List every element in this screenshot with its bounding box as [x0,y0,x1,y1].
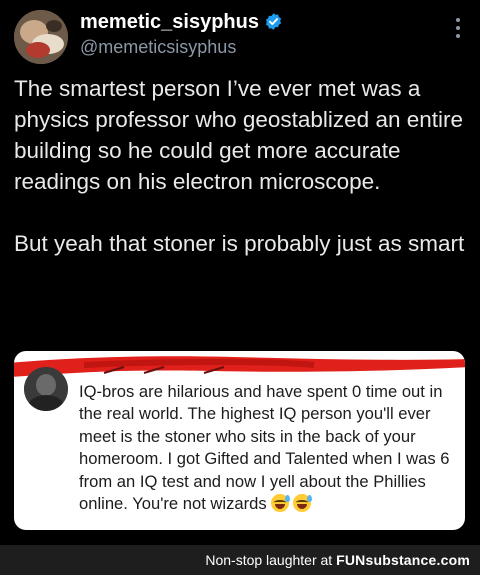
display-name-text[interactable]: memetic_sisyphus [80,11,259,33]
avatar[interactable] [14,10,68,64]
footer-brand[interactable]: FUNsubstance.com [336,552,470,568]
quoted-post-body: IQ-bros are hilarious and have spent 0 t… [79,382,450,514]
redaction-scribble [14,356,465,377]
watermark-footer: Non-stop laughter at FUNsubstance.com [0,545,480,575]
tweet: memetic_sisyphus @memeticsisyphus The sm… [0,0,480,545]
quoted-avatar [24,367,68,411]
quoted-post-text: IQ-bros are hilarious and have spent 0 t… [79,381,459,515]
handle[interactable]: @memeticsisyphus [80,36,236,58]
footer-caption: Non-stop laughter at [205,552,333,568]
more-options-icon[interactable] [450,18,466,40]
grinning-sweat-emoji [292,494,312,513]
verified-badge-icon [265,13,282,30]
footer-text: Non-stop laughter at FUNsubstance.com [205,552,470,569]
display-name[interactable]: memetic_sisyphus [80,9,283,35]
grinning-sweat-emoji [270,494,290,513]
tweet-paragraph-2: But yeah that stoner is probably just as… [14,231,465,256]
tweet-text: The smartest person I’ve ever met was a … [14,73,470,259]
quoted-post-screenshot: IQ-bros are hilarious and have spent 0 t… [14,351,465,530]
tweet-paragraph-1: The smartest person I’ve ever met was a … [14,76,464,194]
